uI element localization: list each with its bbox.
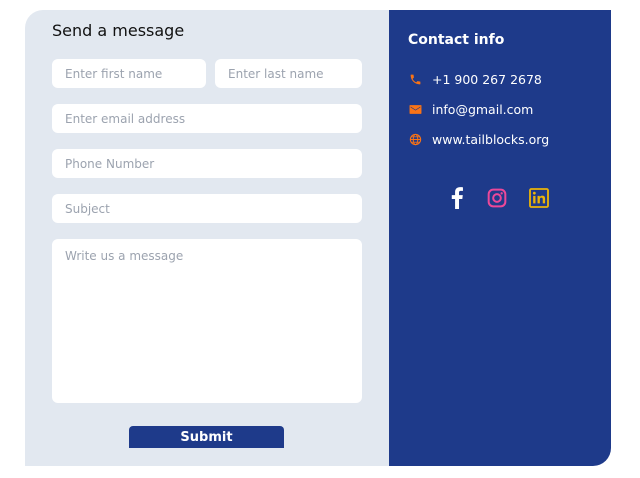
instagram-link[interactable] [485, 188, 509, 212]
globe-icon [408, 133, 422, 147]
mail-icon [408, 103, 422, 117]
contact-info-title: Contact info [408, 32, 505, 48]
contact-website: www.tailblocks.org [408, 132, 549, 147]
instagram-icon [487, 188, 507, 212]
message-textarea[interactable] [52, 239, 362, 403]
email-input[interactable] [52, 104, 362, 133]
contact-card: Send a message Submit Contact info +1 90… [25, 10, 611, 466]
contact-phone-text: +1 900 267 2678 [432, 72, 542, 87]
first-name-input[interactable] [52, 59, 206, 88]
contact-phone: +1 900 267 2678 [408, 72, 542, 87]
message-form: Send a message Submit [25, 10, 389, 466]
linkedin-icon [529, 188, 549, 212]
contact-email-text: info@gmail.com [432, 102, 534, 117]
contact-website-text[interactable]: www.tailblocks.org [432, 132, 549, 147]
facebook-link[interactable] [445, 187, 469, 213]
phone-icon [408, 73, 422, 87]
form-title: Send a message [52, 21, 185, 40]
subject-input[interactable] [52, 194, 362, 223]
linkedin-link[interactable] [527, 188, 551, 212]
submit-button[interactable]: Submit [129, 426, 284, 448]
last-name-input[interactable] [215, 59, 362, 88]
phone-input[interactable] [52, 149, 362, 178]
contact-email: info@gmail.com [408, 102, 533, 117]
contact-info-panel: Contact info +1 900 267 2678 info@gmail.… [389, 10, 611, 466]
facebook-icon [450, 187, 464, 213]
